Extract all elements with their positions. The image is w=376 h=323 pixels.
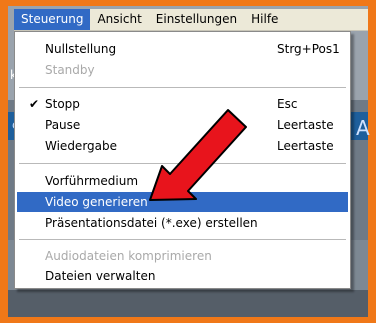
menu-separator [19,239,346,240]
app-status-strip [8,290,368,317]
menu-item-label: Wiedergabe [45,139,118,153]
menu-item-audiodateien-komprimieren: Audiodateien komprimieren [17,246,348,266]
background-text: A [356,116,370,140]
menu-item-label: Nullstellung [45,42,117,56]
menu-separator [19,87,346,88]
menu-item-label: Präsentationsdatei (*.exe) erstellen [45,216,258,230]
menu-separator [19,163,346,164]
menu-item-label: Stopp [45,97,80,111]
checkmark-icon: ✔ [29,97,40,111]
menu-item-label: Pause [45,118,81,132]
steuerung-dropdown-menu: Nullstellung Strg+Pos1 Standby ✔ Stopp E… [14,31,351,289]
menu-item-video-generieren[interactable]: Video generieren [17,192,348,212]
menu-item-shortcut: Leertaste [277,118,334,132]
menu-item-pause[interactable]: Pause Leertaste [17,115,348,135]
menu-item-vorfuehrmedium[interactable]: Vorführmedium [17,171,348,191]
menu-bar: Steuerung Ansicht Einstellungen Hilfe [14,9,368,31]
menu-item-stopp[interactable]: ✔ Stopp Esc [17,94,348,114]
menu-item-label: Vorführmedium [45,174,139,188]
menu-item-dateien-verwalten[interactable]: Dateien verwalten [17,266,348,286]
menu-item-label: Audiodateien komprimieren [45,249,212,263]
menu-steuerung[interactable]: Steuerung [14,9,91,30]
menu-item-shortcut: Leertaste [277,139,334,153]
menu-item-praesentationsdatei[interactable]: Präsentationsdatei (*.exe) erstellen [17,213,348,233]
menu-item-label: Video generieren [45,195,148,209]
menu-einstellungen[interactable]: Einstellungen [149,9,244,30]
menu-ansicht[interactable]: Ansicht [90,9,148,30]
menu-item-shortcut: Strg+Pos1 [277,42,340,56]
menu-item-shortcut: Esc [277,97,298,111]
menu-hilfe[interactable]: Hilfe [244,9,285,30]
menu-item-label: Standby [45,63,95,77]
menu-item-nullstellung[interactable]: Nullstellung Strg+Pos1 [17,39,348,59]
menu-item-standby: Standby [17,60,348,80]
menu-item-label: Dateien verwalten [45,269,156,283]
menu-item-wiedergabe[interactable]: Wiedergabe Leertaste [17,136,348,156]
